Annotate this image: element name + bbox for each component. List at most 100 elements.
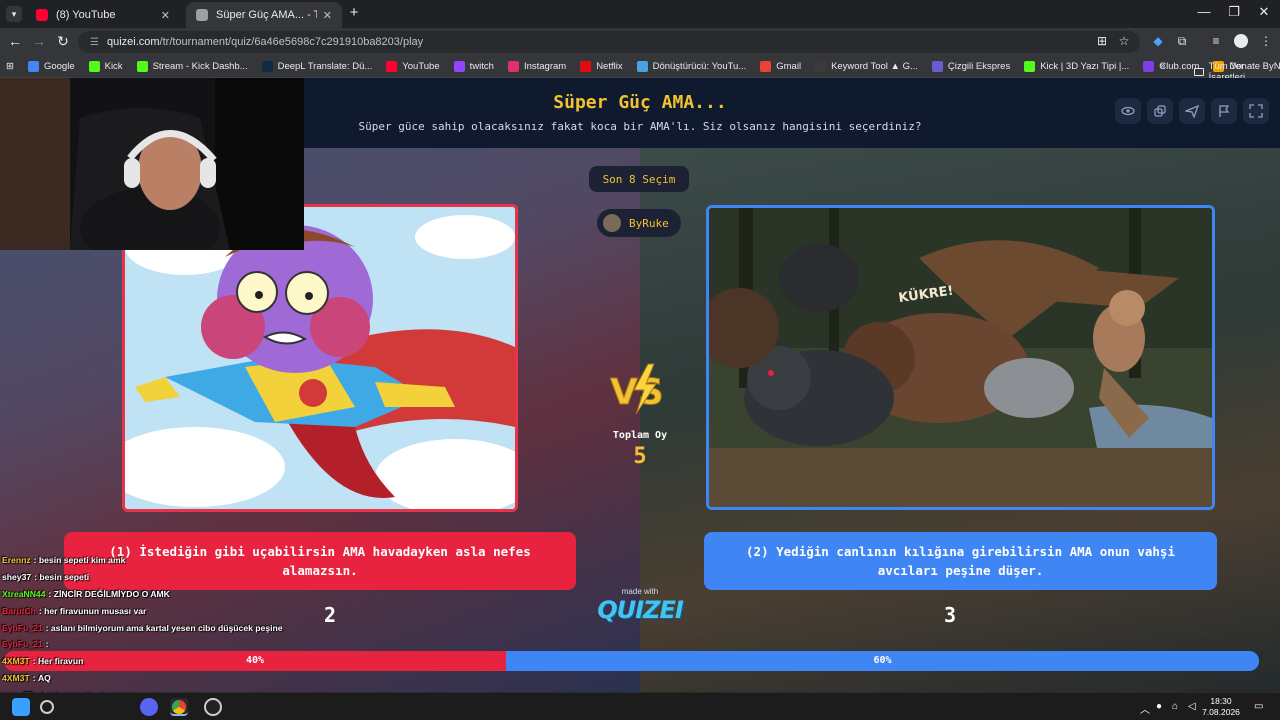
chat-text: besin sepeti xyxy=(39,572,90,583)
chat-text: her firavunun musası var xyxy=(44,605,147,616)
chat-username: 4XM3T xyxy=(2,656,30,667)
bookmark-label: Çizgili Ekspres xyxy=(947,61,1011,72)
chat-message: 4XM3T: AQ xyxy=(2,670,312,687)
chat-message: BarutCh: her firavunun musası var xyxy=(2,602,312,619)
bookmark-favicon-icon xyxy=(261,61,273,72)
bookmark-label: Stream - Kick Dashb... xyxy=(152,61,248,72)
start-icon[interactable] xyxy=(12,698,30,716)
tab-youtube[interactable]: (8) YouTube ✕ xyxy=(26,2,180,28)
new-tab-button[interactable]: + xyxy=(346,4,362,21)
flying-superhero-illustration xyxy=(125,207,515,509)
bookmarks-overflow-icon[interactable]: » xyxy=(1160,60,1165,71)
close-tab-icon[interactable]: ✕ xyxy=(161,9,170,22)
mic-icon[interactable]: ● xyxy=(1156,701,1162,712)
bookmark-label: DeepL Translate: Dü... xyxy=(277,61,373,72)
chat-username: EybFu_21 xyxy=(2,622,43,633)
bookmark-label: Google xyxy=(43,61,75,72)
bookmark-list: Google Kick Stream - Kick Dashb... DeepL Tr… xyxy=(27,61,1280,72)
bookmark-item[interactable]: Gmail xyxy=(760,61,801,72)
tray-chevron-icon[interactable]: ︿ xyxy=(1140,701,1150,716)
windows-taskbar: ︿ ● ⌂ ◁ 18:30 7.08.2026 ▭ xyxy=(0,692,1280,720)
obs-icon[interactable] xyxy=(204,698,222,716)
bookmark-favicon-icon xyxy=(386,61,398,72)
network-icon[interactable]: ⌂ xyxy=(1172,701,1178,712)
minimize-icon[interactable]: — xyxy=(1188,4,1220,19)
chrome-icon[interactable] xyxy=(170,698,188,716)
media-controls-icon[interactable]: ≡ xyxy=(1206,34,1226,48)
browser-toolbar: ← → ↻ ☰ quizei.com/tr/tournament/quiz/6a… xyxy=(0,28,1280,56)
back-icon[interactable]: ← xyxy=(4,33,26,49)
bookmark-favicon-icon xyxy=(1024,61,1036,72)
bookmark-favicon-icon xyxy=(760,61,772,72)
chat-username: XtreaNN44 xyxy=(2,588,46,599)
chat-message: EybFu_21: xyxy=(2,636,312,653)
bookmark-item[interactable]: Kick | 3D Yazı Tipi |... xyxy=(1024,61,1129,72)
bookmark-favicon-icon xyxy=(580,61,592,72)
bookmark-item[interactable]: Çizgili Ekspres xyxy=(931,61,1011,72)
apps-grid-icon[interactable]: ⊞ xyxy=(6,61,14,72)
bookmark-item[interactable]: Stream - Kick Dashb... xyxy=(136,61,248,72)
eye-button[interactable] xyxy=(1115,98,1141,124)
bookmark-label: YouTube xyxy=(402,61,440,72)
bookmark-item[interactable]: YouTube xyxy=(386,61,440,72)
forward-icon[interactable]: → xyxy=(28,33,50,49)
tab-label: Süper Güç AMA... - Tier List, Kı xyxy=(216,9,317,21)
extension-icon[interactable]: ◆ xyxy=(1148,34,1168,48)
bookmark-item[interactable]: Netflix xyxy=(580,61,623,72)
bookmark-item[interactable]: Instagram xyxy=(507,61,567,72)
bookmark-item[interactable]: Keyword Tool ▲ G... xyxy=(815,61,918,72)
chat-message: 4XM3T: Her firavun xyxy=(2,653,312,670)
translate-icon[interactable]: ⊞ xyxy=(1092,34,1112,48)
notifications-icon[interactable]: ▭ xyxy=(1254,701,1263,712)
creator-badge[interactable]: ByRuke xyxy=(597,209,681,237)
quizei-logo[interactable]: QUIZEI xyxy=(596,596,684,624)
close-window-icon[interactable]: ✕ xyxy=(1248,4,1280,20)
search-icon[interactable] xyxy=(40,700,54,714)
made-with-label: made with xyxy=(621,587,659,596)
bookmark-label: Dönüştürücü: YouTu... xyxy=(652,61,747,72)
site-info-icon[interactable]: ☰ xyxy=(90,37,99,48)
menu-kebab-icon[interactable]: ⋮ xyxy=(1256,34,1276,48)
bookmark-label: Kick | 3D Yazı Tipi |... xyxy=(1040,61,1130,72)
bookmark-label: Netflix xyxy=(596,61,623,72)
bookmark-favicon-icon xyxy=(1143,61,1155,72)
tab-quizei[interactable]: Süper Güç AMA... - Tier List, Kı ✕ xyxy=(186,2,342,28)
fullscreen-button[interactable] xyxy=(1243,98,1269,124)
restore-icon[interactable]: ❐ xyxy=(1218,4,1250,20)
bookmark-item[interactable]: Google xyxy=(27,61,75,72)
discord-icon[interactable] xyxy=(140,698,158,716)
profile-avatar[interactable] xyxy=(1234,34,1248,48)
option-2-button[interactable]: (2) Yediğin canlının kılığına girebilirs… xyxy=(704,532,1217,590)
chat-message: EybFu_21: aslanı bilmiyorum ama kartal y… xyxy=(2,619,312,636)
close-tab-icon[interactable]: ✕ xyxy=(323,9,332,22)
bookmark-label: Instagram xyxy=(523,61,567,72)
bookmark-item[interactable]: Dönüştürücü: YouTu... xyxy=(636,61,747,72)
round-badge: Son 8 Seçim xyxy=(589,166,689,192)
volume-icon[interactable]: ◁ xyxy=(1188,701,1196,712)
svg-text:VS: VS xyxy=(610,372,664,413)
bookmark-item[interactable]: Kick xyxy=(88,61,123,72)
clock-time: 18:30 xyxy=(1210,696,1232,706)
bookmark-label: twitch xyxy=(469,61,494,72)
report-button[interactable] xyxy=(1211,98,1237,124)
clock-date: 7.08.2026 xyxy=(1202,707,1240,717)
share-button[interactable] xyxy=(1147,98,1173,124)
bookmark-star-icon[interactable]: ☆ xyxy=(1114,34,1134,48)
option-1-image[interactable] xyxy=(122,204,518,512)
send-button[interactable] xyxy=(1179,98,1205,124)
quizei-favicon-icon xyxy=(196,9,208,21)
extensions-puzzle-icon[interactable]: ⧉ xyxy=(1172,34,1192,49)
chat-text: aslanı bilmiyorum ama kartal yesen cibo … xyxy=(50,622,283,633)
bookmark-favicon-icon xyxy=(815,61,827,72)
bookmark-item[interactable]: twitch xyxy=(453,61,494,72)
system-clock[interactable]: 18:30 7.08.2026 xyxy=(1196,696,1246,718)
tab-search-button[interactable]: ▾ xyxy=(6,6,22,22)
address-bar[interactable]: ☰ quizei.com/tr/tournament/quiz/6a46e569… xyxy=(78,31,1140,53)
bookmark-item[interactable]: DeepL Translate: Dü... xyxy=(261,61,373,72)
eye-icon xyxy=(1121,106,1135,116)
reload-icon[interactable]: ↻ xyxy=(52,33,74,50)
bookmark-favicon-icon xyxy=(636,61,648,72)
bookmark-item[interactable]: Club.com xyxy=(1143,61,1199,72)
option-2-image[interactable]: KÜKRE! xyxy=(706,205,1215,510)
chat-text: besin sepeti kim amk xyxy=(38,555,126,566)
